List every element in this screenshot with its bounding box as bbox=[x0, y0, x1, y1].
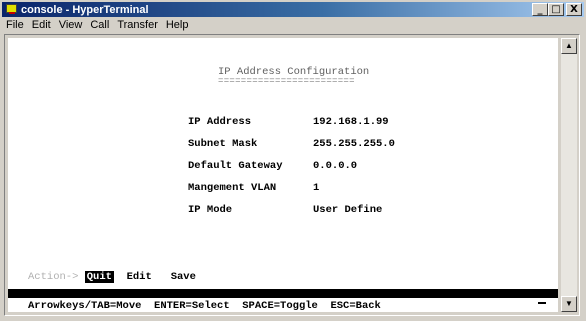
title-bar[interactable]: console - HyperTerminal _ □ X bbox=[2, 2, 584, 17]
menu-file[interactable]: File bbox=[2, 18, 28, 32]
ip-address-label: IP Address bbox=[188, 116, 252, 128]
edit-action[interactable]: Edit bbox=[127, 271, 152, 283]
action-label: Action-> bbox=[28, 271, 79, 283]
default-gateway-label: Default Gateway bbox=[188, 160, 283, 172]
terminal-screen[interactable]: IP Address Configuration ===============… bbox=[8, 38, 558, 312]
menu-call[interactable]: Call bbox=[86, 18, 113, 32]
subnet-mask-value[interactable]: 255.255.255.0 bbox=[313, 138, 395, 150]
quit-action[interactable]: Quit bbox=[84, 271, 114, 283]
save-action[interactable]: Save bbox=[171, 271, 196, 283]
scroll-up-icon[interactable]: ▲ bbox=[561, 38, 577, 54]
management-vlan-label: Mangement VLAN bbox=[188, 182, 277, 194]
hyperterminal-window: console - HyperTerminal _ □ X File Edit … bbox=[0, 0, 586, 321]
heading-underline: ======================== bbox=[218, 76, 355, 86]
menu-help[interactable]: Help bbox=[162, 18, 193, 32]
default-gateway-value[interactable]: 0.0.0.0 bbox=[313, 160, 357, 172]
ip-mode-label: IP Mode bbox=[188, 204, 233, 216]
menu-edit[interactable]: Edit bbox=[28, 18, 55, 32]
menu-view[interactable]: View bbox=[55, 18, 87, 32]
text-cursor bbox=[538, 302, 546, 304]
menu-bar: File Edit View Call Transfer Help bbox=[2, 18, 584, 32]
subnet-mask-label: Subnet Mask bbox=[188, 138, 258, 150]
management-vlan-value[interactable]: 1 bbox=[313, 182, 319, 194]
action-line: Action-> Quit Edit Save bbox=[28, 271, 196, 283]
ip-address-value[interactable]: 192.168.1.99 bbox=[313, 116, 389, 128]
terminal-client-area: IP Address Configuration ===============… bbox=[4, 34, 580, 316]
menu-transfer[interactable]: Transfer bbox=[113, 18, 162, 32]
status-bar bbox=[8, 289, 558, 298]
ip-mode-value[interactable]: User Define bbox=[313, 204, 382, 216]
maximize-button[interactable]: □ bbox=[548, 3, 564, 16]
minimize-button[interactable]: _ bbox=[532, 3, 548, 16]
hyperterminal-icon bbox=[6, 4, 18, 15]
scroll-down-icon[interactable]: ▼ bbox=[561, 296, 577, 312]
vertical-scrollbar[interactable]: ▲ ▼ bbox=[561, 38, 577, 312]
close-button[interactable]: X bbox=[566, 3, 582, 16]
help-line: Arrowkeys/TAB=Move ENTER=Select SPACE=To… bbox=[28, 300, 381, 312]
window-title: console - HyperTerminal bbox=[21, 3, 149, 16]
